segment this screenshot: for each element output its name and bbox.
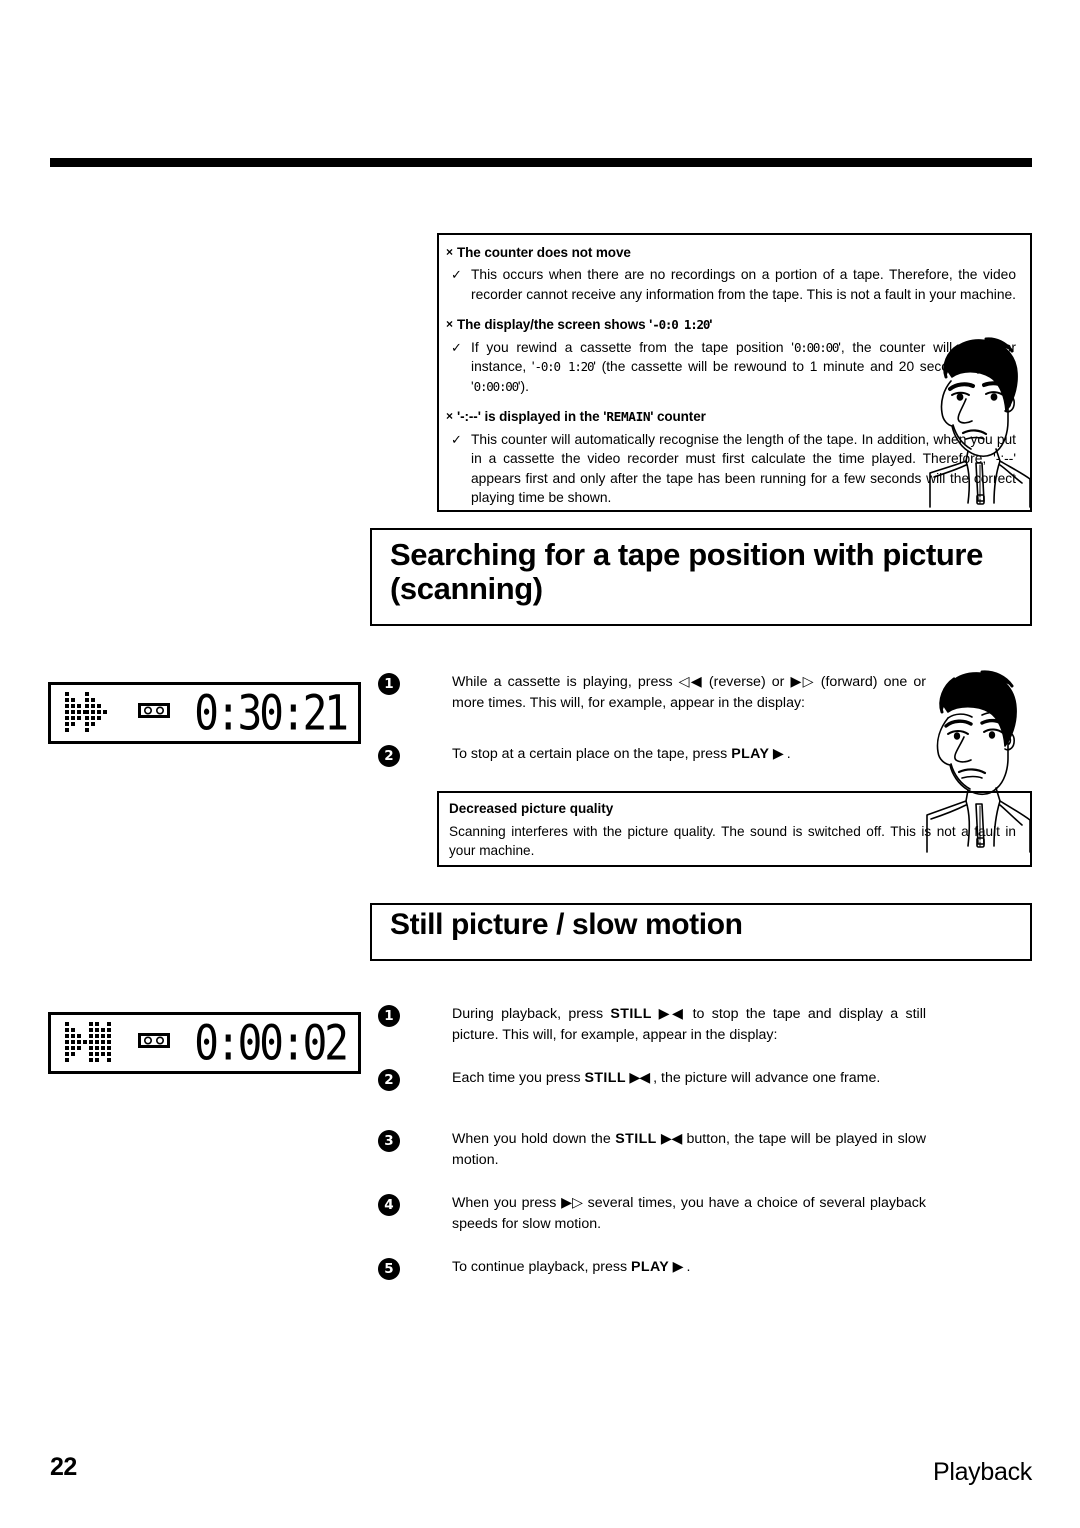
tip-question-3-text-b: ' counter (650, 409, 706, 425)
step-scanning-1-text: While a cassette is playing, press ◁◀ (r… (452, 672, 926, 713)
step-number-badge: 2 (378, 1069, 400, 1091)
step-text-b: . (682, 1259, 691, 1275)
tip-question-3-text-a: '-:--' is displayed in the ' (457, 409, 607, 425)
page-number: 22 (50, 1453, 77, 1481)
step-number-badge: 1 (378, 1005, 400, 1027)
step-text-b: , the picture will advance one frame. (649, 1070, 881, 1086)
step-text-b: . (782, 746, 791, 762)
step-scanning-2-text: To stop at a certain place on the tape, … (452, 744, 791, 765)
section-heading-scanning-line1: Searching for a tape position with pictu… (390, 537, 983, 572)
still-glyph-icon: ▶◀ (651, 1006, 687, 1022)
still-button-label: STILL (610, 1006, 652, 1022)
step-number-badge: 3 (378, 1130, 400, 1152)
step-still-4-text: When you press ▶▷ several times, you hav… (452, 1193, 926, 1234)
step-still-4: 4 When you press ▶▷ several times, you h… (378, 1193, 926, 1234)
step-number-badge: 2 (378, 745, 400, 767)
x-marker-icon: × (446, 317, 453, 332)
step-text-a: While a cassette is playing, press (452, 674, 679, 690)
tip-answer-2-t0: If you rewind a cassette from the tape p… (471, 339, 794, 355)
step-text-a: To stop at a certain place on the tape, … (452, 746, 732, 762)
footer-section-label: Playback (932, 1458, 1032, 1486)
cassette-icon (137, 1032, 171, 1054)
tip-question-3-counter-name: REMAIN (606, 410, 651, 426)
vcr-time-value: 0:30:21 (194, 684, 349, 741)
puzzled-man-illustration (926, 337, 1032, 514)
check-marker-icon: ✓ (451, 339, 462, 355)
still-button-label: STILL (615, 1131, 657, 1147)
vcr-time-value: 0:00:02 (194, 1014, 349, 1071)
step-still-1: 1 During playback, press STILL ▶◀ to sto… (378, 1004, 926, 1045)
still-glyph-icon: ▶◀ (625, 1070, 650, 1086)
forward-glyph-icon: ▶▷ (790, 674, 816, 690)
tip-answer-1-text: This occurs when there are no recordings… (471, 267, 1016, 302)
step-text-a: When you press (452, 1195, 562, 1211)
cassette-icon (137, 702, 171, 724)
section-heading-still-picture: Still picture / slow motion (370, 903, 1032, 961)
x-marker-icon: × (446, 409, 453, 424)
vcr-display-still: 0:00:02 (48, 1012, 361, 1074)
step-text-a: To continue playback, press (452, 1259, 632, 1275)
step-text-b: (reverse) or (702, 674, 791, 690)
step-still-1-text: During playback, press STILL ▶◀ to stop … (452, 1004, 926, 1045)
step-still-5: 5 To continue playback, press PLAY ▶ . (378, 1257, 926, 1280)
fast-forward-dot-matrix-icon (63, 690, 119, 737)
step-number-badge: 1 (378, 673, 400, 695)
tip-question-2: × The display/the screen shows '-0:0 1:20… (446, 316, 1016, 334)
step-number-badge: 4 (378, 1194, 400, 1216)
play-glyph-icon: ▶ (669, 1259, 684, 1275)
step-still-2: 2 Each time you press STILL ▶◀ , the pic… (378, 1068, 926, 1091)
play-glyph-icon: ▶ (769, 746, 784, 762)
step-still-2-text: Each time you press STILL ▶◀ , the pictu… (452, 1068, 880, 1089)
step-scanning-2: 2 To stop at a certain place on the tape… (378, 744, 926, 767)
step-text-a: When you hold down the (452, 1131, 616, 1147)
tip-answer-2-display-1: 0:00:00 (793, 339, 839, 355)
tip-answer-2-t3: '). (517, 378, 529, 394)
x-marker-icon: × (446, 245, 453, 259)
step-number-badge: 5 (378, 1258, 400, 1280)
tip-question-2-text-a: The display/the screen shows ' (457, 317, 653, 333)
play-button-label: PLAY (631, 1259, 670, 1275)
step-text-a: Each time you press (452, 1070, 585, 1086)
tip-answer-2-display-2: -0:0 1:20 (534, 359, 595, 375)
tip-question-2-display-value: -0:0 1:20 (652, 317, 710, 333)
still-button-label: STILL (584, 1070, 626, 1086)
still-play-pause-dot-matrix-icon (63, 1020, 119, 1067)
header-rule (50, 158, 1032, 167)
check-marker-icon: ✓ (451, 267, 462, 283)
forward-glyph-icon: ▶▷ (561, 1195, 584, 1211)
section-heading-scanning: Searching for a tape position with pictu… (370, 528, 1032, 626)
step-text-a: During playback, press (452, 1006, 611, 1022)
vcr-display-scanning: 0:30:21 (48, 682, 361, 744)
rewind-glyph-icon: ◁◀ (678, 674, 704, 690)
tip-answer-2-display-3: 0:00:00 (473, 378, 519, 394)
tip-question-1: × The counter does not move (446, 244, 1016, 262)
tip-answer-1: ✓ This occurs when there are no recording… (451, 265, 1016, 304)
check-marker-icon: ✓ (451, 431, 462, 447)
tip-question-2-text-b: ' (709, 317, 713, 333)
step-scanning-1: 1 While a cassette is playing, press ◁◀ … (378, 672, 926, 713)
step-still-5-text: To continue playback, press PLAY ▶ . (452, 1257, 690, 1278)
play-button-label: PLAY (731, 746, 770, 762)
thoughtful-man-illustration (924, 668, 1032, 859)
step-still-3-text: When you hold down the STILL ▶◀ button, … (452, 1129, 926, 1170)
section-heading-still-text: Still picture / slow motion (390, 908, 743, 941)
step-still-3: 3 When you hold down the STILL ▶◀ button… (378, 1129, 926, 1170)
tip-question-1-text: The counter does not move (457, 245, 631, 260)
still-glyph-icon: ▶◀ (656, 1131, 683, 1147)
section-heading-scanning-line2: (scanning) (390, 570, 543, 606)
